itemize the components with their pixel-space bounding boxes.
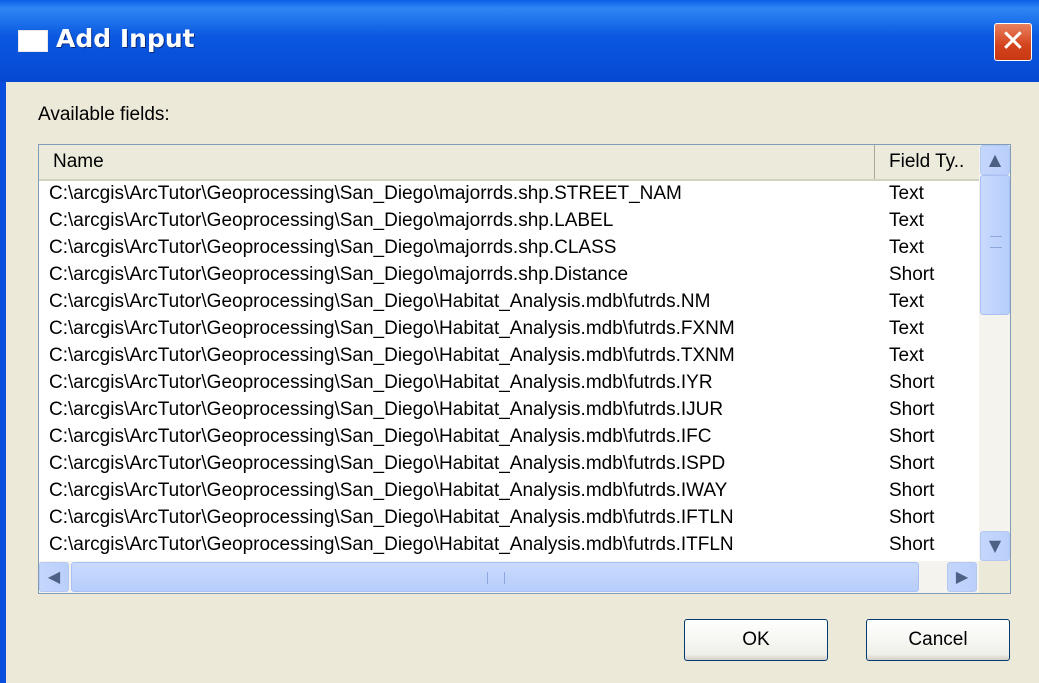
- list-rows: C:\arcgis\ArcTutor\Geoprocessing\San_Die…: [39, 181, 979, 559]
- table-row[interactable]: C:\arcgis\ArcTutor\Geoprocessing\San_Die…: [39, 505, 979, 532]
- field-type-cell: Short: [889, 507, 935, 528]
- field-name-cell: C:\arcgis\ArcTutor\Geoprocessing\San_Die…: [49, 372, 713, 393]
- grip-icon: [990, 236, 1002, 248]
- field-type-cell: Short: [889, 372, 935, 393]
- dialog-body: Available fields: Name Field Ty.. C:\arc…: [6, 82, 1039, 683]
- table-row[interactable]: C:\arcgis\ArcTutor\Geoprocessing\San_Die…: [39, 262, 979, 289]
- field-name-cell: C:\arcgis\ArcTutor\Geoprocessing\San_Die…: [49, 318, 735, 339]
- table-row[interactable]: C:\arcgis\ArcTutor\Geoprocessing\San_Die…: [39, 343, 979, 370]
- scroll-up-button[interactable]: ▲: [980, 145, 1010, 175]
- field-name-cell: C:\arcgis\ArcTutor\Geoprocessing\San_Die…: [49, 507, 734, 528]
- field-name-cell: C:\arcgis\ArcTutor\Geoprocessing\San_Die…: [49, 237, 617, 258]
- table-row[interactable]: C:\arcgis\ArcTutor\Geoprocessing\San_Die…: [39, 424, 979, 451]
- list-header: Name Field Ty..: [39, 145, 979, 181]
- ok-button[interactable]: OK: [684, 619, 828, 661]
- column-header-field-type-label: Field Ty..: [889, 151, 965, 172]
- field-type-cell: Short: [889, 426, 935, 447]
- scroll-down-button[interactable]: ▼: [980, 531, 1010, 561]
- window-icon: [18, 30, 48, 52]
- field-name-cell: C:\arcgis\ArcTutor\Geoprocessing\San_Die…: [49, 399, 724, 420]
- field-type-cell: Short: [889, 453, 935, 474]
- grip-icon: [487, 572, 505, 584]
- field-name-cell: C:\arcgis\ArcTutor\Geoprocessing\San_Die…: [49, 183, 682, 204]
- available-fields-label: Available fields:: [38, 104, 170, 125]
- close-button[interactable]: ✕: [994, 23, 1032, 61]
- window-title: Add Input: [56, 24, 195, 53]
- field-type-cell: Short: [889, 534, 935, 555]
- fields-list[interactable]: Name Field Ty.. C:\arcgis\ArcTutor\Geopr…: [38, 144, 1011, 594]
- table-row[interactable]: C:\arcgis\ArcTutor\Geoprocessing\San_Die…: [39, 235, 979, 262]
- horizontal-scrollbar[interactable]: ◀ ▶: [39, 561, 979, 593]
- field-name-cell: C:\arcgis\ArcTutor\Geoprocessing\San_Die…: [49, 264, 629, 285]
- field-type-cell: Short: [889, 399, 935, 420]
- column-header-name-label: Name: [53, 151, 104, 172]
- field-type-cell: Text: [889, 345, 924, 366]
- field-type-cell: Short: [889, 480, 935, 501]
- table-row[interactable]: C:\arcgis\ArcTutor\Geoprocessing\San_Die…: [39, 451, 979, 478]
- scroll-right-icon: ▶: [955, 567, 969, 586]
- ok-button-label: OK: [742, 629, 770, 650]
- close-icon: ✕: [1000, 24, 1026, 59]
- field-name-cell: C:\arcgis\ArcTutor\Geoprocessing\San_Die…: [49, 210, 614, 231]
- field-type-cell: Text: [889, 183, 924, 204]
- field-name-cell: C:\arcgis\ArcTutor\Geoprocessing\San_Die…: [49, 480, 728, 501]
- field-type-cell: Text: [889, 210, 924, 231]
- field-type-cell: Text: [889, 237, 924, 258]
- column-header-name[interactable]: Name: [39, 145, 875, 179]
- table-row[interactable]: C:\arcgis\ArcTutor\Geoprocessing\San_Die…: [39, 532, 979, 559]
- table-row[interactable]: C:\arcgis\ArcTutor\Geoprocessing\San_Die…: [39, 208, 979, 235]
- table-row[interactable]: C:\arcgis\ArcTutor\Geoprocessing\San_Die…: [39, 316, 979, 343]
- scroll-down-icon: ▼: [988, 536, 1002, 555]
- scrollbar-corner: [979, 561, 1010, 593]
- table-row[interactable]: C:\arcgis\ArcTutor\Geoprocessing\San_Die…: [39, 397, 979, 424]
- field-type-cell: Text: [889, 291, 924, 312]
- field-type-cell: Text: [889, 318, 924, 339]
- column-header-field-type[interactable]: Field Ty..: [875, 145, 979, 179]
- table-row[interactable]: C:\arcgis\ArcTutor\Geoprocessing\San_Die…: [39, 478, 979, 505]
- table-row[interactable]: C:\arcgis\ArcTutor\Geoprocessing\San_Die…: [39, 181, 979, 208]
- add-input-dialog: Add Input ✕ Available fields: Name Field…: [0, 0, 1039, 683]
- title-bar[interactable]: Add Input ✕: [0, 0, 1039, 82]
- field-name-cell: C:\arcgis\ArcTutor\Geoprocessing\San_Die…: [49, 345, 735, 366]
- field-type-cell: Short: [889, 264, 935, 285]
- table-row[interactable]: C:\arcgis\ArcTutor\Geoprocessing\San_Die…: [39, 370, 979, 397]
- vertical-scrollbar[interactable]: ▲ ▼: [979, 145, 1010, 561]
- field-name-cell: C:\arcgis\ArcTutor\Geoprocessing\San_Die…: [49, 291, 711, 312]
- field-name-cell: C:\arcgis\ArcTutor\Geoprocessing\San_Die…: [49, 453, 726, 474]
- field-name-cell: C:\arcgis\ArcTutor\Geoprocessing\San_Die…: [49, 534, 734, 555]
- cancel-button-label: Cancel: [908, 629, 968, 650]
- field-name-cell: C:\arcgis\ArcTutor\Geoprocessing\San_Die…: [49, 426, 712, 447]
- vertical-scroll-thumb[interactable]: [980, 175, 1010, 315]
- scroll-right-button[interactable]: ▶: [947, 562, 977, 592]
- scroll-up-icon: ▲: [988, 150, 1002, 169]
- table-row[interactable]: C:\arcgis\ArcTutor\Geoprocessing\San_Die…: [39, 289, 979, 316]
- scroll-left-button[interactable]: ◀: [39, 562, 69, 592]
- cancel-button[interactable]: Cancel: [866, 619, 1010, 661]
- scroll-left-icon: ◀: [47, 567, 61, 586]
- horizontal-scroll-thumb[interactable]: [71, 562, 919, 592]
